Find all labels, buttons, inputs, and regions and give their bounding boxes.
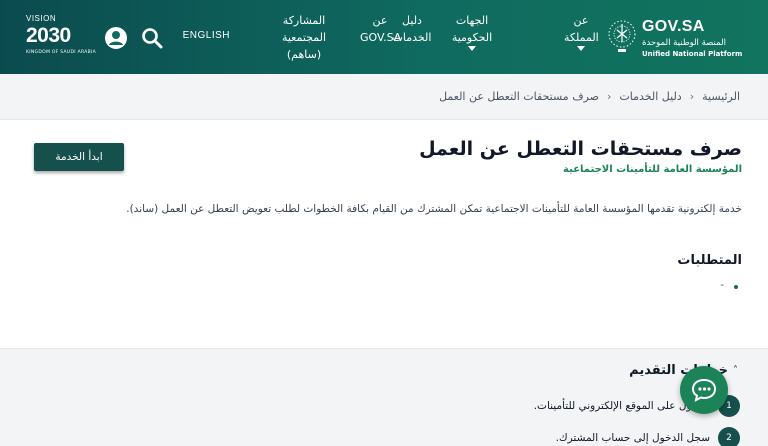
vision-year: 2030	[26, 24, 71, 47]
nav-government-entities-label: الجهات الحكومية	[451, 14, 493, 44]
chat-button[interactable]	[680, 366, 728, 414]
logo-title: GOV.SA	[642, 18, 705, 35]
breadcrumb-bar: الرئيسية ‹ دليل الخدمات ‹ صرف مستحقات التعطل…	[0, 74, 768, 120]
logo-subtitle-ar: المنصة الوطنية الموحدة	[642, 38, 726, 48]
step-number-badge: 2	[718, 427, 740, 446]
gov-sa-logo[interactable]: GOV.SA المنصة الوطنية الموحدة Unified Na…	[604, 14, 756, 60]
start-service-button[interactable]: ابدأ الخدمة	[34, 143, 124, 171]
list-item: -	[720, 280, 738, 291]
vision-subtitle: KINGDOM OF SAUDI ARABIA	[26, 50, 97, 55]
user-account-icon[interactable]	[104, 26, 128, 50]
requirements-heading: المتطلبات	[677, 253, 742, 268]
nav-community-participation-label: المشاركة المجتمعية (ساهم)	[281, 14, 327, 61]
agency-link[interactable]: المؤسسة العامة للتأمينات الاجتماعية	[563, 164, 742, 175]
vision-label: VISION	[26, 14, 57, 23]
vision-2030-logo: VISION 2030 KINGDOM OF SAUDI ARABIA	[26, 14, 96, 62]
chevron-down-icon	[468, 46, 476, 51]
nav-about-gov-sa[interactable]: عن GOV.SA	[360, 12, 402, 62]
site-header: GOV.SA المنصة الوطنية الموحدة Unified Na…	[0, 0, 768, 74]
breadcrumb-separator-icon: ‹	[689, 90, 695, 103]
step-item: 2 سجل الدخول إلى حساب المشترك.	[556, 427, 740, 446]
page-title: صرف مستحقات التعطل عن العمل	[419, 138, 742, 160]
requirement-text: -	[720, 280, 724, 291]
chevron-up-icon[interactable]: ˄	[733, 365, 738, 376]
saudi-emblem-icon	[608, 20, 636, 52]
bullet-icon	[734, 285, 738, 289]
language-toggle[interactable]: ENGLISH	[183, 30, 230, 41]
logo-subtitle-en: Unified National Platform	[642, 50, 743, 58]
breadcrumb-current: صرف مستحقات التعطل عن العمل	[439, 90, 600, 103]
breadcrumb-home[interactable]: الرئيسية	[702, 90, 740, 103]
search-icon[interactable]	[140, 26, 164, 50]
nav-about-gov-sa-label: عن GOV.SA	[360, 14, 402, 44]
step-text: سجل الدخول إلى حساب المشترك.	[555, 432, 710, 444]
chat-bubble-icon	[691, 378, 717, 402]
chevron-down-icon	[577, 46, 585, 51]
nav-about-kingdom-label: عن المملكة	[564, 14, 599, 44]
service-description: خدمة إلكترونية تقدمها المؤسسة العامة للت…	[126, 203, 742, 215]
nav-about-kingdom[interactable]: عن المملكة	[564, 12, 599, 62]
requirements-list: -	[720, 280, 738, 291]
breadcrumb-services-guide[interactable]: دليل الخدمات	[619, 90, 681, 103]
nav-community-participation[interactable]: المشاركة المجتمعية (ساهم)	[268, 12, 340, 62]
steps-section: خطوات التقديم ˄ 1 الدخول على الموقع الإل…	[0, 348, 768, 446]
breadcrumb: الرئيسية ‹ دليل الخدمات ‹ صرف مستحقات التعطل…	[439, 90, 740, 103]
breadcrumb-separator-icon: ‹	[607, 90, 612, 103]
nav-government-entities[interactable]: الجهات الحكومية	[442, 12, 502, 62]
